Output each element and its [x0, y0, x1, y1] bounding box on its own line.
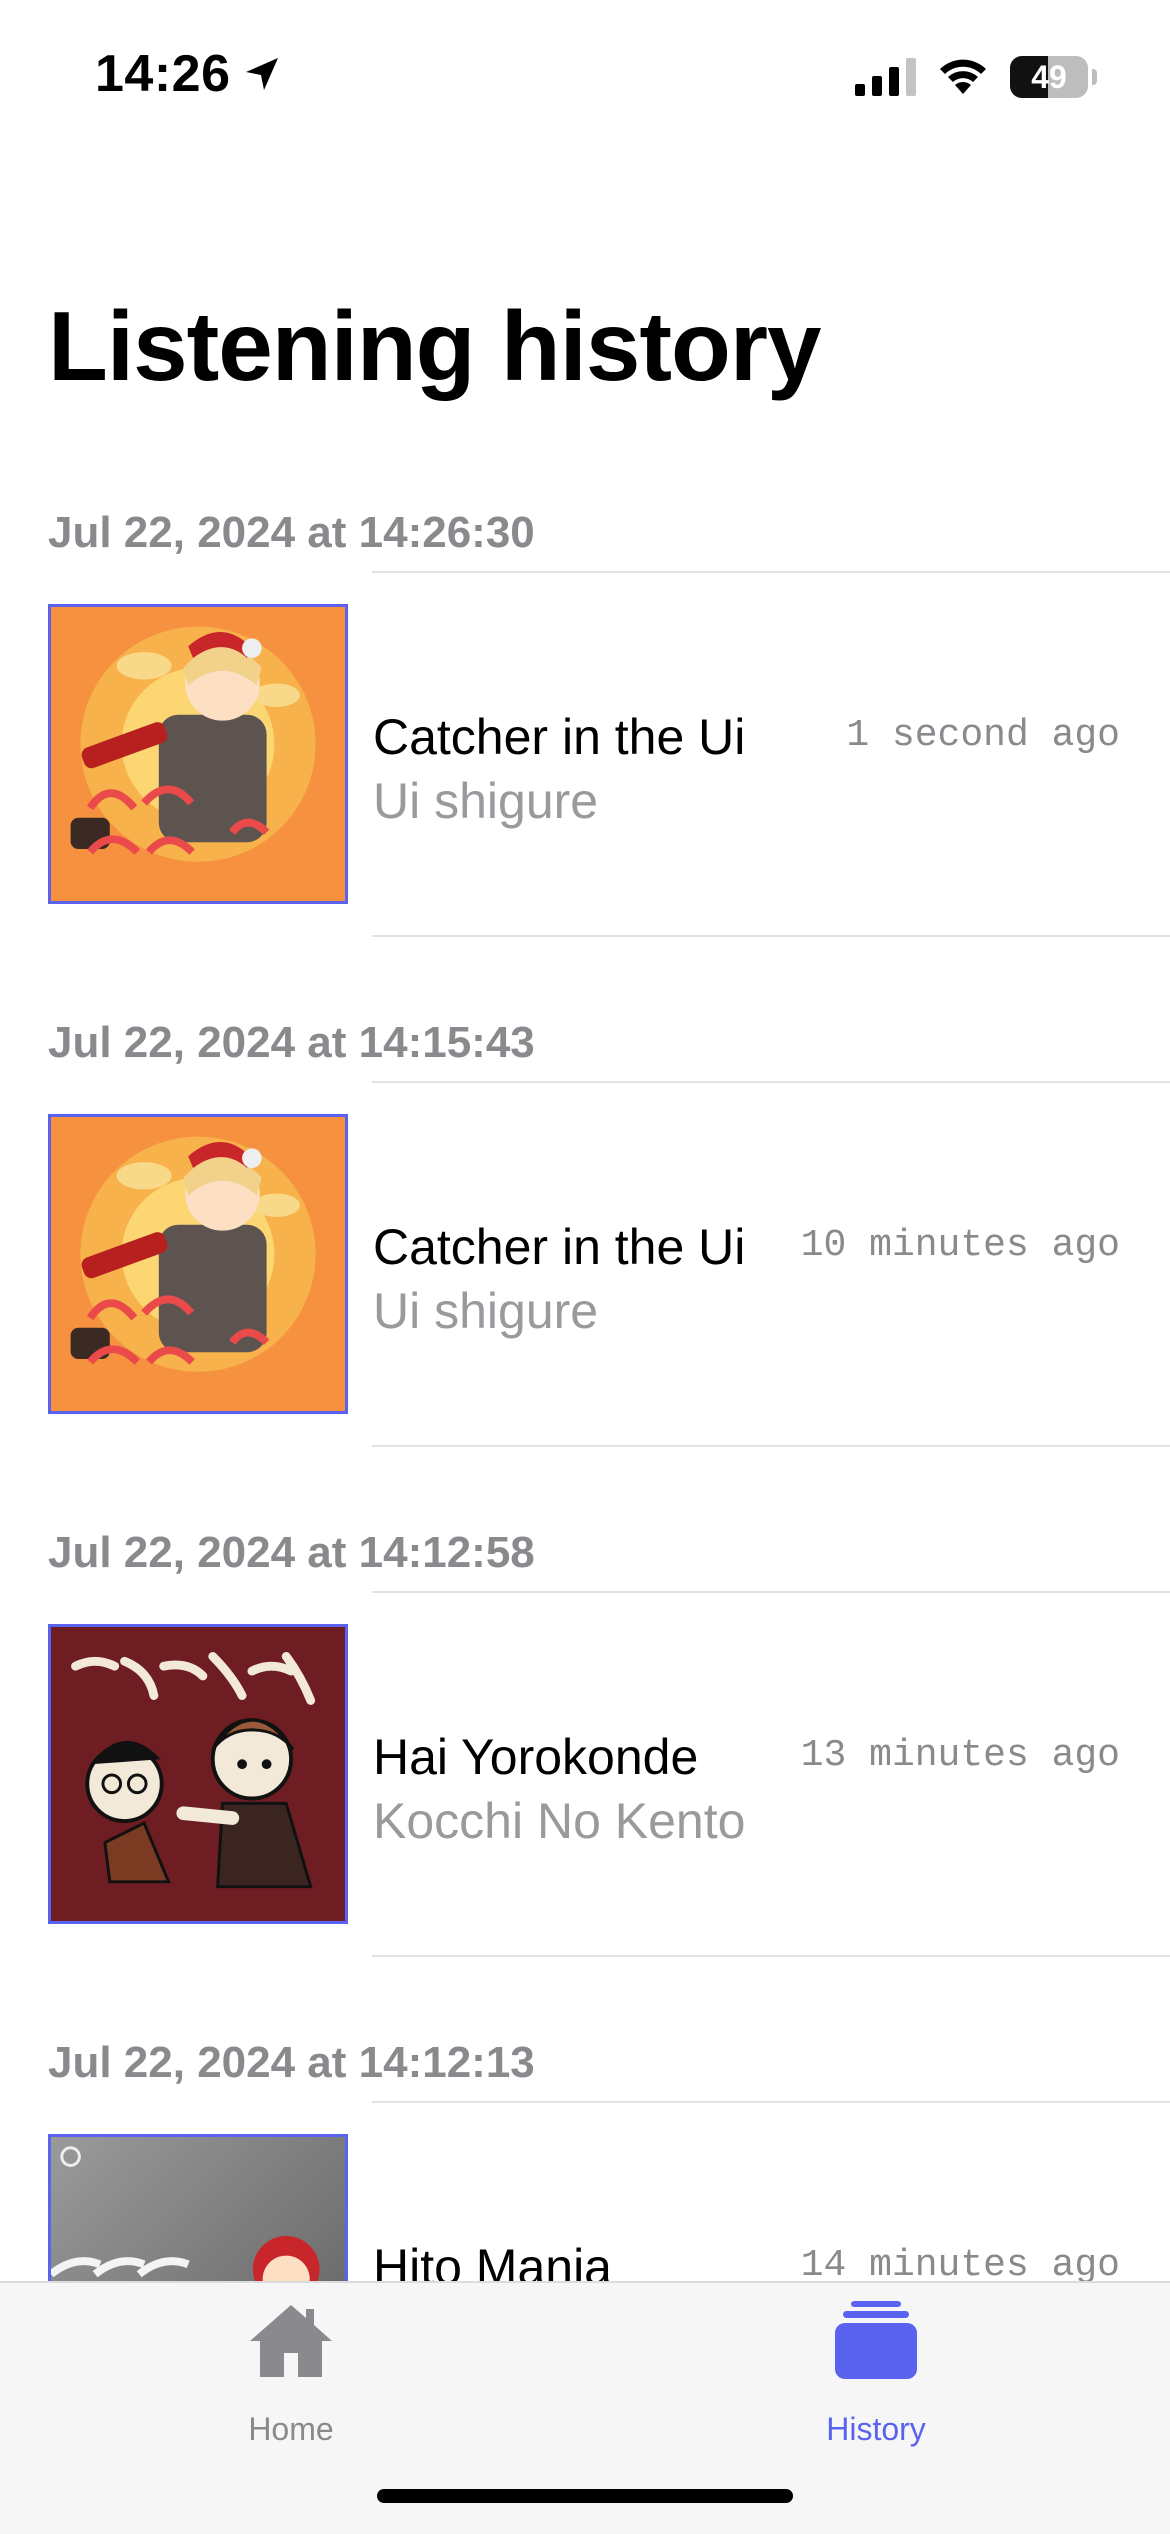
- battery-percent: 49: [1031, 59, 1067, 95]
- history-row[interactable]: Catcher in the Ui Ui shigure 1 second ag…: [0, 604, 1170, 904]
- history-row[interactable]: Hai Yorokonde Kocchi No Kento 13 minutes…: [0, 1624, 1170, 1924]
- status-time: 14:26: [95, 45, 231, 103]
- divider: [372, 1445, 1170, 1447]
- status-bar: 14:26 49: [0, 0, 1170, 150]
- divider: [372, 1081, 1170, 1083]
- stack-icon: [835, 2301, 917, 2379]
- history-section: Jul 22, 2024 at 14:15:43 Catcher in the …: [0, 990, 1170, 1500]
- cellular-signal-icon: [855, 58, 916, 96]
- album-artwork: [48, 1624, 348, 1924]
- battery-indicator: 49: [1010, 56, 1097, 98]
- divider: [372, 571, 1170, 573]
- tab-home-label: Home: [248, 2411, 334, 2447]
- relative-time: 10 minutes ago: [800, 1224, 1120, 1267]
- history-section: Jul 22, 2024 at 14:26:30 Catcher in the …: [0, 480, 1170, 990]
- track-title: Hai Yorokonde: [373, 1729, 699, 1785]
- track-artist: Ui shigure: [373, 1283, 599, 1339]
- catcher-album-cover: [51, 1117, 345, 1411]
- tab-history-label: History: [826, 2411, 926, 2447]
- track-title: Catcher in the Ui: [373, 1219, 746, 1275]
- section-timestamp: Jul 22, 2024 at 14:15:43: [48, 1018, 535, 1067]
- location-arrow-icon: [246, 58, 278, 90]
- home-indicator: [377, 2489, 793, 2503]
- divider: [372, 1591, 1170, 1593]
- divider: [372, 935, 1170, 937]
- history-section: Jul 22, 2024 at 14:12:58 Hai Yorokonde K…: [0, 1500, 1170, 2010]
- track-artist: Ui shigure: [373, 773, 599, 829]
- hai-album-cover: [51, 1627, 345, 1921]
- divider: [372, 1955, 1170, 1957]
- section-timestamp: Jul 22, 2024 at 14:12:13: [48, 2038, 535, 2087]
- section-timestamp: Jul 22, 2024 at 14:26:30: [48, 508, 535, 557]
- track-title: Catcher in the Ui: [373, 709, 746, 765]
- wifi-icon: [940, 59, 986, 94]
- page-title: Listening history: [48, 291, 822, 401]
- house-icon: [250, 2305, 332, 2377]
- relative-time: 13 minutes ago: [800, 1734, 1120, 1777]
- divider: [372, 2101, 1170, 2103]
- tab-home[interactable]: Home: [191, 2301, 391, 2451]
- track-artist: Kocchi No Kento: [373, 1793, 746, 1849]
- relative-time: 1 second ago: [846, 714, 1120, 757]
- tab-history[interactable]: History: [776, 2301, 976, 2451]
- history-row[interactable]: Catcher in the Ui Ui shigure 10 minutes …: [0, 1114, 1170, 1414]
- catcher-album-cover: [51, 607, 345, 901]
- album-artwork: [48, 1114, 348, 1414]
- history-list[interactable]: Jul 22, 2024 at 14:26:30 Catcher in the …: [0, 480, 1170, 2520]
- section-timestamp: Jul 22, 2024 at 14:12:58: [48, 1528, 535, 1577]
- album-artwork: [48, 604, 348, 904]
